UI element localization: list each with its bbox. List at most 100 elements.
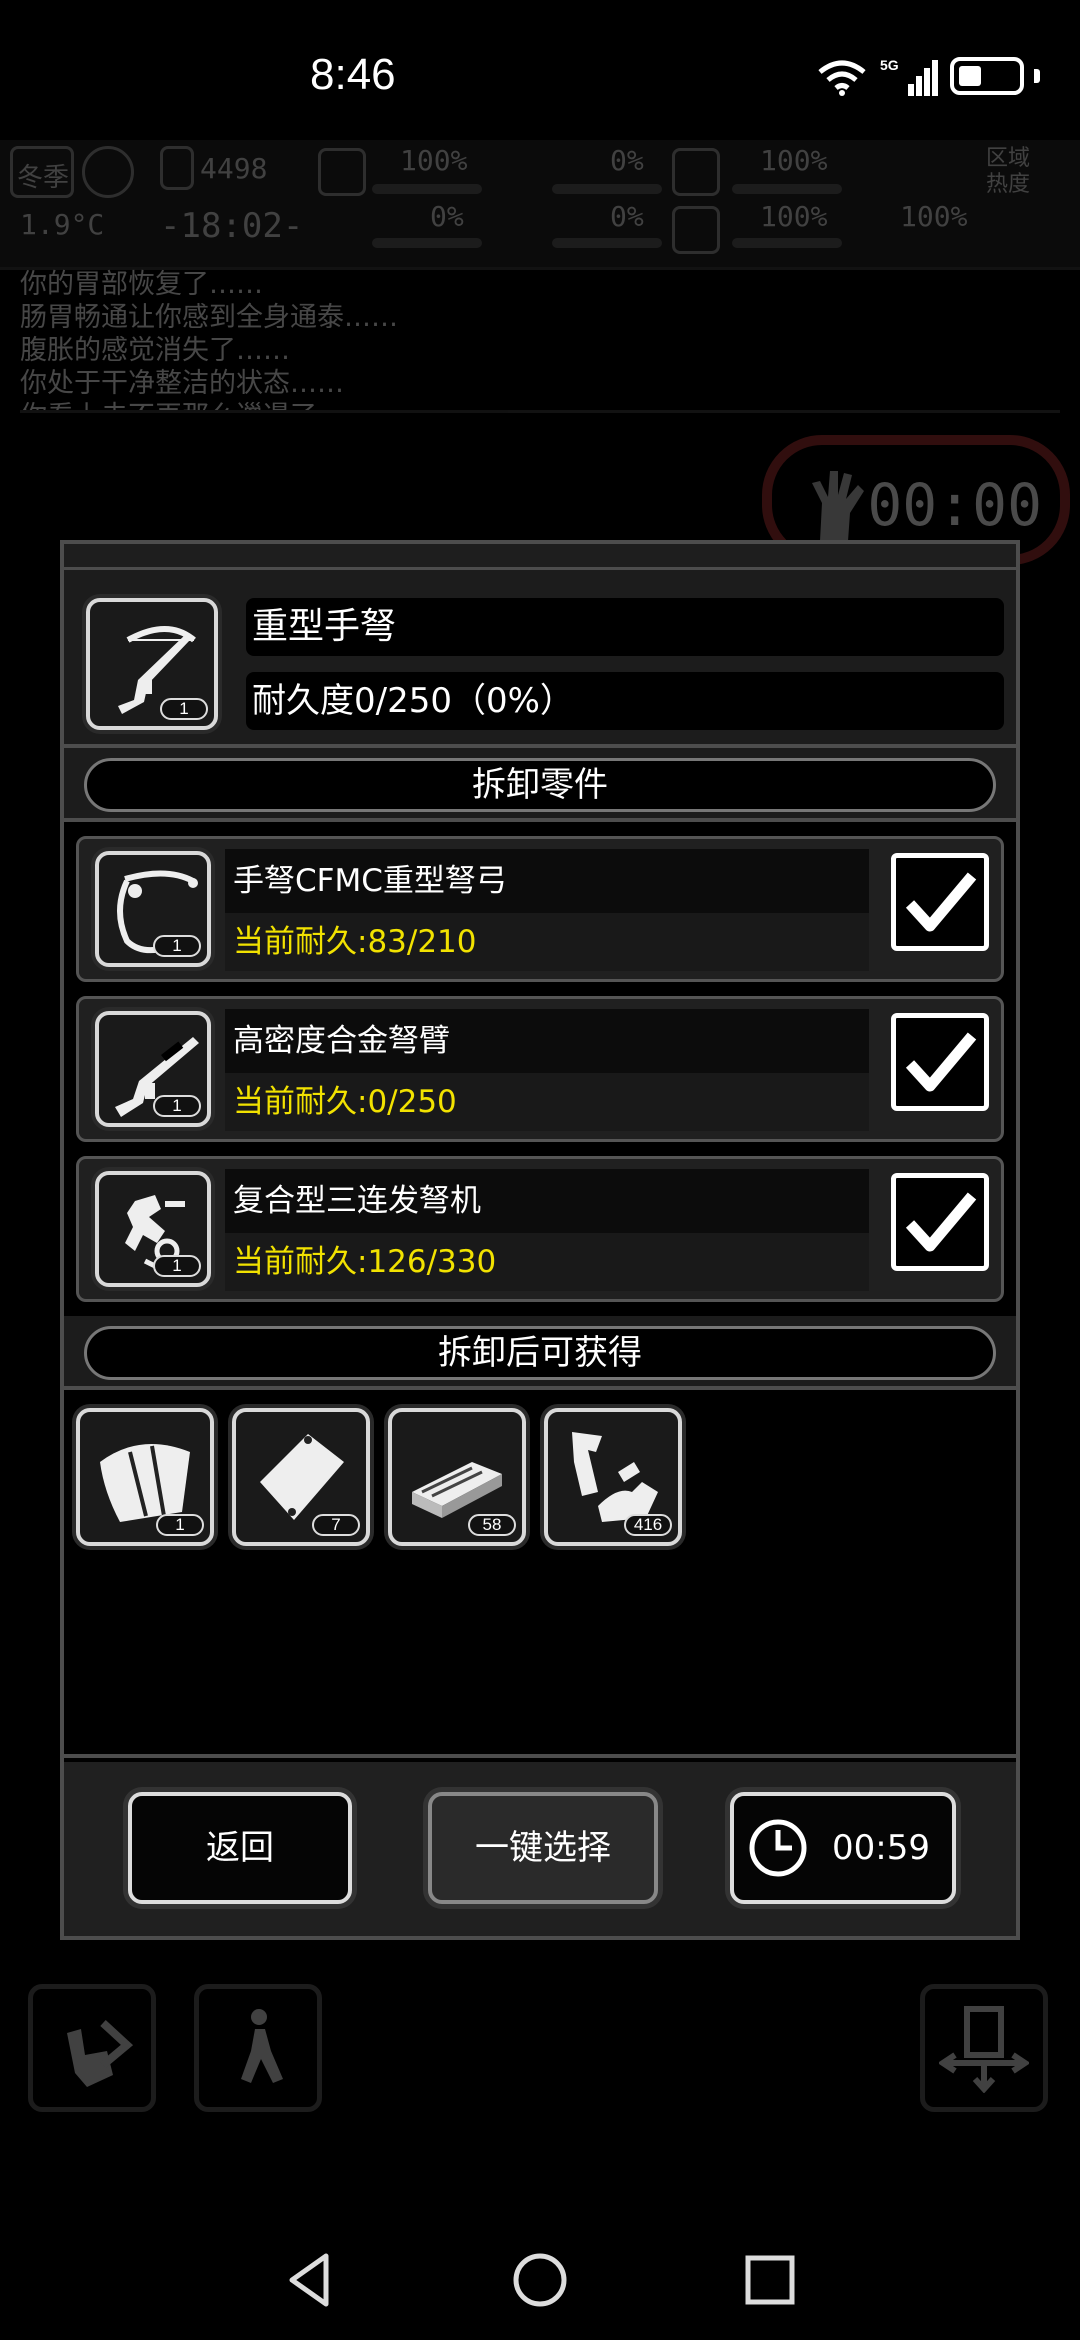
cabinet-icon — [939, 2006, 1029, 2093]
log-line: 你处于干净整洁的状态…… — [20, 368, 344, 399]
recents-nav-icon[interactable] — [740, 2250, 800, 2310]
obtain-section-header: 拆卸后可获得 — [64, 1316, 1016, 1390]
obtainable-items: 1 7 58 416 — [64, 1390, 1016, 1758]
stat4-bar — [732, 238, 842, 248]
obtainable-count-badge: 416 — [624, 1514, 672, 1536]
dialog-button-bar: 返回 一键选择 00:59 — [64, 1762, 1016, 1936]
zombie-hand-icon — [812, 471, 864, 541]
stat-3: 100% — [760, 144, 828, 177]
part-count-badge: 1 — [153, 1255, 201, 1277]
part-row[interactable]: 1 高密度合金弩臂 当前耐久:0/250 — [76, 996, 1004, 1142]
log-line: 腹胀的感觉消失了…… — [20, 335, 290, 366]
obtainable-item[interactable]: 1 — [76, 1408, 214, 1546]
checkmark-icon — [905, 872, 977, 932]
home-nav-icon[interactable] — [510, 2250, 570, 2310]
game-clock: -18:02- — [160, 206, 304, 246]
obtainable-item[interactable]: 58 — [388, 1408, 526, 1546]
part-count-badge: 1 — [153, 935, 201, 957]
part-checkbox[interactable] — [891, 853, 989, 951]
trigger-mechanism-icon: 1 — [95, 1171, 211, 1287]
tap-hand-icon — [67, 2020, 134, 2087]
status-time: 8:46 — [310, 50, 396, 99]
timed-disassemble-button[interactable]: 00:59 — [730, 1792, 956, 1904]
hunger-bar — [552, 184, 662, 194]
day-counter: 4498 — [200, 152, 268, 185]
checkmark-icon — [905, 1032, 977, 1092]
parts-list: 1 手弩CFMC重型弩弓 当前耐久:83/210 1 高密度合金弩臂 当前耐久:… — [64, 822, 1016, 1316]
item-header: 1 重型手弩 耐久度0/250（0%） — [64, 570, 1016, 748]
health-bar — [372, 184, 482, 194]
season-badge: 冬季 — [10, 146, 74, 198]
temperature: 1.9°C — [20, 208, 105, 241]
inventory-button[interactable] — [920, 1984, 1048, 2112]
status-icons: 5G — [814, 56, 1040, 96]
log-line: 你的胃部恢复了…… — [20, 269, 263, 300]
region-heat-label: 区域 热度 — [986, 146, 1031, 197]
obtainable-count-badge: 1 — [156, 1514, 204, 1536]
obtainable-item[interactable]: 7 — [232, 1408, 370, 1546]
bow-limb-icon: 1 — [95, 851, 211, 967]
medkit-icon — [318, 148, 366, 196]
back-nav-icon[interactable] — [280, 2250, 340, 2310]
svg-text:5G: 5G — [880, 57, 899, 73]
part-name: 高密度合金弩臂 — [225, 1009, 869, 1073]
obtainable-count-badge: 58 — [468, 1514, 516, 1536]
part-row[interactable]: 1 手弩CFMC重型弩弓 当前耐久:83/210 — [76, 836, 1004, 982]
checkmark-icon — [905, 1192, 977, 1252]
part-durability: 当前耐久:83/210 — [225, 913, 869, 971]
part-name: 手弩CFMC重型弩弓 — [225, 849, 869, 913]
metal-bar-icon: 58 — [388, 1408, 526, 1546]
log-line: 肠胃畅通让你感到全身通泰…… — [20, 302, 398, 333]
interact-button[interactable] — [28, 1984, 156, 2112]
moon-icon — [82, 146, 134, 198]
clock-icon — [749, 1819, 807, 1877]
obtainable-item[interactable]: 416 — [544, 1408, 682, 1546]
battery-tip — [1034, 69, 1040, 83]
battery-icon — [950, 57, 1024, 95]
wifi-icon — [818, 60, 866, 96]
obtainable-count-badge: 7 — [312, 1514, 360, 1536]
stat-4: 100% — [760, 200, 828, 233]
zombie-timer-text: 00:00 — [867, 471, 1042, 539]
walk-button[interactable] — [194, 1984, 322, 2112]
stat-health: 100% — [400, 144, 468, 177]
parts-section-header: 拆卸零件 — [64, 748, 1016, 822]
select-all-button[interactable]: 一键选择 — [428, 1792, 658, 1904]
stat-blood: 0% — [610, 200, 644, 233]
part-name: 复合型三连发弩机 — [225, 1169, 869, 1233]
part-checkbox[interactable] — [891, 1173, 989, 1271]
blood-bar — [552, 238, 662, 248]
crossbow-icon[interactable]: 1 — [86, 598, 218, 730]
cloth-sheet-icon: 1 — [76, 1408, 214, 1546]
stat-5: 100% — [900, 200, 968, 233]
stat-bleed: 0% — [430, 200, 464, 233]
game-hud: 冬季 1.9°C 4498 -18:02- 100% 0% 0% 0% 100%… — [0, 140, 1080, 270]
dialog-top-bar — [64, 544, 1016, 570]
item-count-badge: 1 — [160, 698, 208, 720]
back-button[interactable]: 返回 — [128, 1792, 352, 1904]
item-name: 重型手弩 — [246, 598, 1004, 656]
scrap-parts-icon: 416 — [544, 1408, 682, 1546]
obtain-section-title: 拆卸后可获得 — [84, 1326, 996, 1380]
part-checkbox[interactable] — [891, 1013, 989, 1111]
item-durability: 耐久度0/250（0%） — [246, 672, 1004, 730]
heart-icon — [672, 206, 720, 254]
part-count-badge: 1 — [153, 1095, 201, 1117]
log-line: 你看上去不再那么邋遢了…… — [20, 400, 1060, 410]
system-nav-bar — [0, 2200, 1080, 2340]
parts-section-title: 拆卸零件 — [84, 758, 996, 812]
day-icon — [160, 146, 194, 190]
bleed-bar — [372, 238, 482, 248]
part-durability: 当前耐久:126/330 — [225, 1233, 869, 1291]
part-row[interactable]: 1 复合型三连发弩机 当前耐久:126/330 — [76, 1156, 1004, 1302]
timer-label: 00:59 — [832, 1828, 930, 1868]
stomach-icon — [672, 148, 720, 196]
walking-person-icon — [241, 2009, 283, 2083]
plate-icon: 7 — [232, 1408, 370, 1546]
part-durability: 当前耐久:0/250 — [225, 1073, 869, 1131]
message-log: 你的胃部恢复了…… 肠胃畅通让你感到全身通泰…… 腹胀的感觉消失了…… 你处于干… — [20, 268, 1060, 413]
stat-hunger: 0% — [610, 144, 644, 177]
disassemble-dialog: 1 重型手弩 耐久度0/250（0%） 拆卸零件 1 手弩CFMC重型弩弓 当前… — [60, 540, 1020, 1940]
signal-icon: 5G — [880, 57, 938, 96]
stat3-bar — [732, 184, 842, 194]
